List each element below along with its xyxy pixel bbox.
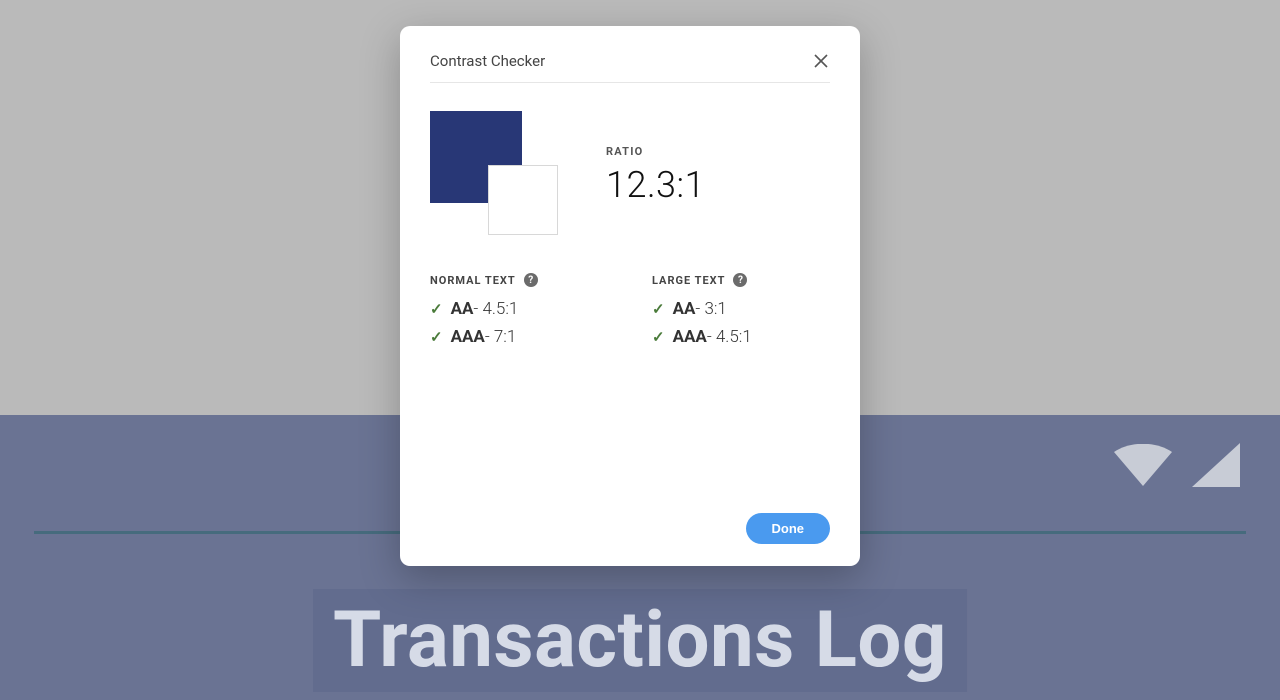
result-line: ✓ AA- 4.5:1 <box>430 299 608 319</box>
large-text-column: LARGE TEXT ? ✓ AA- 3:1 ✓ AAA- 4.5:1 <box>652 273 830 355</box>
check-icon: ✓ <box>652 328 665 346</box>
result-line: ✓ AAA- 7:1 <box>430 327 608 347</box>
swatch-foreground-color[interactable] <box>488 165 558 235</box>
column-header: LARGE TEXT ? <box>652 273 830 287</box>
result-line: ✓ AA- 3:1 <box>652 299 830 319</box>
wcag-level: AA <box>451 299 474 319</box>
wcag-level: AA <box>673 299 696 319</box>
close-icon <box>814 54 828 68</box>
results-grid: NORMAL TEXT ? ✓ AA- 4.5:1 ✓ AAA- 7:1 LAR… <box>430 273 830 355</box>
dialog-header: Contrast Checker <box>430 52 830 83</box>
cellular-signal-icon <box>1192 443 1240 487</box>
done-button[interactable]: Done <box>746 513 831 544</box>
wcag-requirement: - 3:1 <box>695 299 726 319</box>
contrast-summary-row: RATIO 12.3:1 <box>430 111 830 239</box>
color-swatches <box>430 111 558 239</box>
close-button[interactable] <box>812 52 830 70</box>
ratio-label: RATIO <box>606 145 705 158</box>
wifi-icon <box>1114 444 1172 486</box>
normal-text-column: NORMAL TEXT ? ✓ AA- 4.5:1 ✓ AAA- 7:1 <box>430 273 608 355</box>
dialog-footer: Done <box>430 513 830 544</box>
wcag-level: AAA <box>451 327 485 347</box>
wcag-requirement: - 7:1 <box>485 327 516 347</box>
check-icon: ✓ <box>430 328 443 346</box>
column-header-label: LARGE TEXT <box>652 274 725 287</box>
contrast-checker-dialog: Contrast Checker RATIO 12.3:1 NORMAL TEX… <box>400 26 860 566</box>
status-icons <box>1114 443 1240 487</box>
wcag-requirement: - 4.5:1 <box>707 327 752 347</box>
column-header-label: NORMAL TEXT <box>430 274 516 287</box>
check-icon: ✓ <box>430 300 443 318</box>
wcag-level: AAA <box>673 327 707 347</box>
ratio-block: RATIO 12.3:1 <box>606 145 705 206</box>
ratio-value: 12.3:1 <box>606 164 705 206</box>
check-icon: ✓ <box>652 300 665 318</box>
help-icon[interactable]: ? <box>524 273 538 287</box>
help-icon[interactable]: ? <box>733 273 747 287</box>
wcag-requirement: - 4.5:1 <box>473 299 518 319</box>
result-line: ✓ AAA- 4.5:1 <box>652 327 830 347</box>
column-header: NORMAL TEXT ? <box>430 273 608 287</box>
background-page-title: Transactions Log <box>313 589 967 692</box>
dialog-title: Contrast Checker <box>430 52 545 70</box>
